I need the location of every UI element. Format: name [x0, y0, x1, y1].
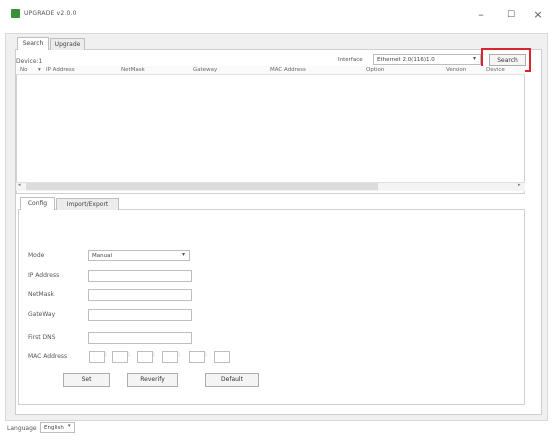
mac-octet-6-input[interactable] [214, 351, 230, 363]
column-header-ip[interactable]: IP Address [46, 66, 75, 75]
first-dns-input[interactable] [88, 332, 192, 344]
column-header-option[interactable]: Option [366, 66, 384, 75]
reverify-button[interactable]: Reverify [127, 373, 178, 387]
scrollbar-thumb[interactable] [26, 183, 378, 190]
window-title: UPGRADE v2.0.0 [24, 10, 77, 17]
mac-octet-2-input[interactable] [112, 351, 128, 363]
ip-address-label: IP Address [28, 272, 60, 279]
tab-import-export[interactable]: Import/Export [56, 198, 119, 210]
chevron-down-icon: ▾ [68, 423, 71, 429]
tab-upgrade[interactable]: Upgrade [50, 38, 85, 50]
netmask-label: NetMask [28, 291, 54, 298]
default-button[interactable]: Default [205, 373, 259, 387]
mac-octet-5-input[interactable] [189, 351, 205, 363]
set-button[interactable]: Set [63, 373, 110, 387]
mode-select[interactable]: Manual [88, 250, 190, 261]
gateway-label: GateWay [28, 311, 56, 318]
first-dns-label: First DNS [28, 334, 56, 341]
mac-separator: : [153, 351, 156, 358]
app-icon [11, 9, 20, 18]
scroll-left-icon[interactable]: ◂ [18, 182, 21, 188]
mac-octet-3-input[interactable] [137, 351, 153, 363]
column-header-netmask[interactable]: NetMask [121, 66, 145, 75]
mode-label: Mode [28, 252, 45, 259]
netmask-input[interactable] [88, 289, 192, 301]
chevron-down-icon: ▾ [473, 55, 477, 62]
column-header-mac[interactable]: MAC Address [270, 66, 306, 75]
mac-octet-4-input[interactable] [162, 351, 178, 363]
interface-select[interactable]: Ethernet 2.0(116)1.0 [373, 54, 481, 65]
gateway-input[interactable] [88, 309, 192, 321]
scroll-right-icon[interactable]: ▸ [518, 182, 521, 188]
chevron-down-icon: ▾ [182, 251, 186, 258]
column-header-device[interactable]: Device [486, 66, 505, 75]
close-button[interactable]: × [525, 6, 551, 24]
language-label: Language [7, 425, 37, 432]
minimize-button[interactable]: – [468, 6, 494, 24]
maximize-button[interactable]: ☐ [498, 6, 524, 24]
tab-config[interactable]: Config [20, 197, 55, 210]
interface-label: Interface [338, 57, 363, 63]
mac-separator: : [205, 351, 208, 358]
column-header-no[interactable]: No [20, 66, 27, 75]
tab-search[interactable]: Search [17, 37, 49, 50]
column-header-version[interactable]: Version [446, 66, 466, 75]
device-table[interactable] [16, 66, 525, 194]
mac-separator: : [178, 351, 181, 358]
mac-separator: : [128, 351, 131, 358]
mac-address-label: MAC Address [28, 353, 68, 360]
ip-address-input[interactable] [88, 270, 192, 282]
column-header-gateway[interactable]: Gateway [193, 66, 217, 75]
mac-octet-1-input[interactable] [89, 351, 105, 363]
sort-icon: ▾ [38, 67, 41, 73]
device-count-label: Device:1 [16, 58, 43, 65]
mac-separator: : [105, 351, 108, 358]
